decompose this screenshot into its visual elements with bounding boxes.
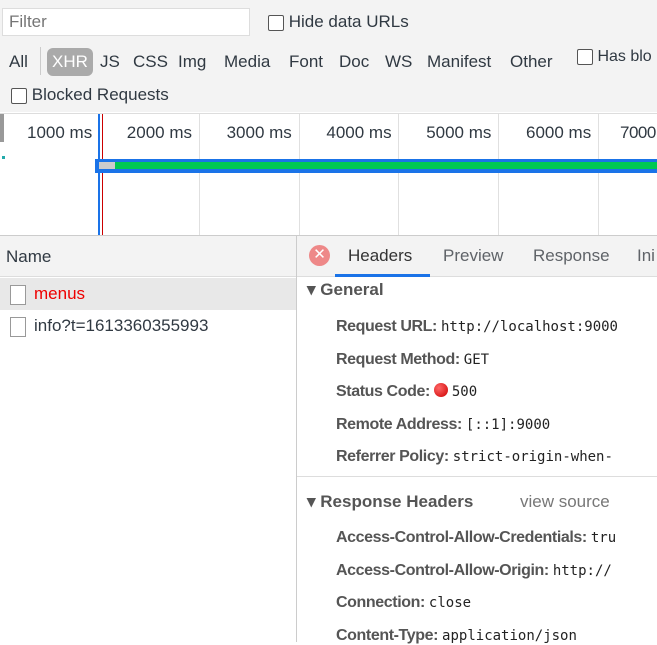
details-tabs: ✕ Headers Preview Response Ini [297, 236, 657, 277]
tab-ini[interactable]: Ini [637, 246, 655, 266]
header-row: Referrer Policy: strict-origin-when- [336, 446, 613, 466]
filter-input[interactable] [2, 8, 250, 36]
name-column-header[interactable]: Name [0, 236, 296, 277]
type-filter-font[interactable]: Font [289, 48, 323, 76]
tab-preview[interactable]: Preview [443, 246, 503, 266]
file-icon [10, 316, 26, 337]
type-filter-all[interactable]: All [9, 48, 28, 76]
file-icon [10, 284, 26, 305]
type-filter-media[interactable]: Media [224, 48, 270, 76]
timeline-overview[interactable]: 1000 ms 2000 ms 3000 ms 4000 ms 5000 ms 6000 … [0, 113, 657, 236]
request-row[interactable]: info?t=1613360355993 [0, 310, 296, 342]
header-value: GET [463, 351, 490, 368]
dom-content-loaded-line [98, 114, 100, 236]
header-row: Status Code: 500 [336, 381, 477, 401]
header-value: tru [590, 530, 617, 546]
blocked-requests-checkbox[interactable]: Blocked Requests [11, 85, 169, 105]
time-tick: 5000 ms [426, 123, 492, 142]
response-headers-section-header[interactable]: ▾ Response Headers [307, 492, 473, 512]
status-error-icon [433, 383, 448, 397]
header-value: application/json [442, 627, 577, 644]
header-row: Request URL: http://localhost:9000 [336, 316, 618, 336]
type-filter-other[interactable]: Other [510, 48, 553, 76]
header-name: Request Method: [336, 350, 460, 368]
type-filter-js[interactable]: JS [100, 48, 120, 76]
header-row: Access-Control-Allow-Origin: http:// [336, 560, 612, 580]
general-section-header[interactable]: ▾ General [307, 280, 384, 300]
waterfall-bar-selected [95, 159, 657, 173]
network-split: Name menus info?t=1613360355993 ✕ Headers… [0, 235, 657, 644]
type-filter-xhr[interactable]: XHR [47, 48, 93, 76]
section-title: Response Headers [320, 492, 474, 511]
header-name: Access-Control-Allow-Credentials: [336, 529, 587, 546]
checkbox[interactable] [268, 14, 284, 31]
time-tick: 4000 ms [326, 123, 392, 142]
grid-line [598, 114, 599, 236]
time-tick: 3000 ms [226, 123, 292, 142]
time-tick: 1000 ms [27, 123, 93, 142]
split-divider[interactable] [296, 236, 297, 642]
type-filter-manifest[interactable]: Manifest [427, 48, 491, 76]
view-source-link[interactable]: view source [520, 492, 610, 512]
header-row: Remote Address: [::1]:9000 [336, 414, 550, 434]
header-value: 500 [451, 384, 478, 400]
type-filter-doc[interactable]: Doc [339, 48, 369, 76]
type-filter-css[interactable]: CSS [133, 48, 168, 76]
header-name: Connection: [336, 594, 425, 611]
grid-line [498, 114, 500, 236]
time-tick: 6000 ms [526, 123, 592, 142]
grid-line [198, 114, 200, 236]
request-name: info?t=1613360355993 [34, 316, 209, 335]
load-line [102, 114, 103, 236]
header-row: Connection: close [336, 592, 471, 612]
type-filter-ws[interactable]: WS [385, 48, 412, 76]
time-tick: 7000 [620, 123, 656, 142]
time-tick: 2000 ms [126, 123, 192, 142]
hide-data-urls-checkbox[interactable]: Hide data URLs [268, 12, 409, 32]
header-name: Referrer Policy: [336, 448, 449, 465]
header-value: close [428, 595, 472, 611]
grid-line [298, 114, 300, 236]
label: Has blo [597, 48, 652, 65]
header-value: http:// [552, 562, 612, 579]
divider [297, 476, 657, 477]
header-row: Access-Control-Allow-Credentials: tru [336, 527, 616, 547]
tab-response[interactable]: Response [533, 246, 610, 266]
header-name: Remote Address: [336, 415, 462, 433]
request-row[interactable]: menus [0, 278, 296, 310]
has-blocked-cookies-checkbox[interactable]: Has blo [577, 48, 652, 66]
header-value: http://localhost:9000 [440, 319, 618, 335]
checkbox[interactable] [11, 87, 27, 104]
grid-line [398, 114, 400, 236]
header-name: Request URL: [336, 318, 437, 335]
label: Hide data URLs [288, 12, 409, 31]
divider [40, 47, 41, 75]
header-value: strict-origin-when- [452, 449, 613, 465]
resize-handle[interactable] [0, 114, 4, 142]
header-value: [::1]:9000 [465, 416, 551, 433]
close-icon[interactable]: ✕ [309, 245, 330, 266]
active-tab-indicator [335, 274, 430, 277]
waiting-segment [99, 162, 115, 169]
download-segment [115, 162, 657, 169]
checkbox[interactable] [577, 48, 593, 65]
request-name: menus [34, 284, 86, 303]
header-row: Request Method: GET [336, 349, 489, 369]
section-title: General [320, 280, 384, 299]
request-mark [2, 156, 5, 159]
header-row: Content-Type: application/json [336, 625, 577, 645]
tab-headers[interactable]: Headers [348, 246, 412, 266]
type-filter-img[interactable]: Img [178, 48, 206, 76]
label: Blocked Requests [31, 85, 169, 104]
header-name: Status Code: [336, 383, 430, 400]
header-name: Access-Control-Allow-Origin: [336, 561, 549, 579]
